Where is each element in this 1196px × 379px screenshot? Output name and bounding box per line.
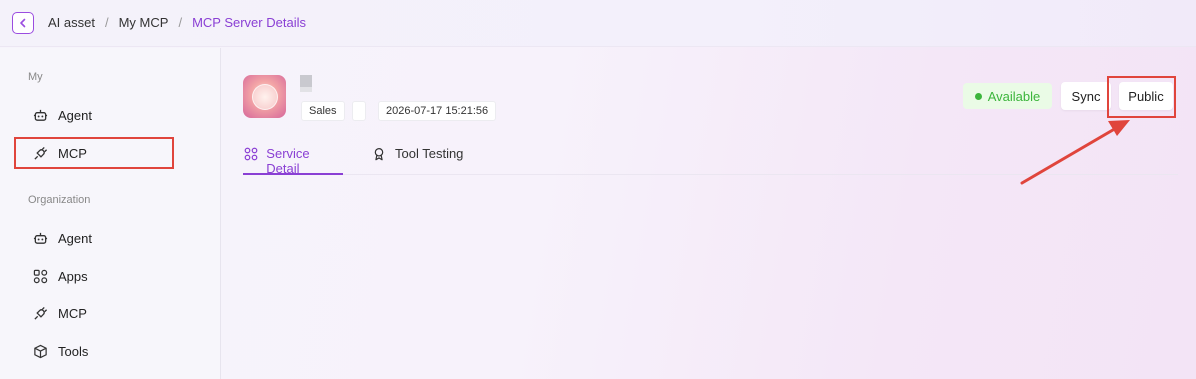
sidebar-item-label: MCP	[58, 145, 87, 161]
plug-icon	[32, 305, 48, 321]
breadcrumb: AI asset / My MCP / MCP Server Details	[48, 15, 306, 30]
server-logo-icon	[251, 83, 278, 110]
main-content: Sales 2026-07-17 15:21:56 Available Sync…	[221, 48, 1196, 379]
public-button[interactable]: Public	[1119, 82, 1173, 110]
sidebar-item-label: Tools	[58, 343, 89, 359]
tab-label: Service Detail	[266, 146, 310, 176]
chevron-left-icon	[20, 18, 26, 28]
top-bar: AI asset / My MCP / MCP Server Details	[0, 0, 1196, 47]
category-tag: Sales	[301, 101, 345, 121]
sync-button[interactable]: Sync	[1061, 82, 1111, 110]
sidebar-item-label: Agent	[58, 230, 92, 246]
status-dot-icon	[974, 92, 982, 100]
robot-icon	[32, 107, 48, 123]
cube-icon	[32, 343, 48, 359]
sidebar-item-label: Apps	[58, 268, 88, 284]
breadcrumb-my-mcp[interactable]: My MCP	[119, 15, 169, 30]
sidebar-item-org-tools[interactable]: Tools	[14, 335, 174, 367]
tab-bar: Service Detail Tool Testing	[243, 144, 1178, 176]
section-label-organization: Organization	[28, 194, 91, 206]
sidebar-item-label: MCP	[58, 305, 87, 321]
timestamp-tag: 2026-07-17 15:21:56	[378, 101, 497, 121]
status-badge: Available	[963, 83, 1052, 109]
section-label-my: My	[28, 71, 43, 83]
sidebar-item-label: Agent	[58, 107, 92, 123]
grid-icon	[243, 146, 258, 162]
breadcrumb-separator: /	[104, 15, 109, 30]
sidebar-item-org-agent[interactable]: Agent	[14, 222, 174, 254]
plug-icon	[32, 145, 48, 161]
tab-label: Tool Testing	[395, 146, 464, 161]
robot-icon	[32, 230, 48, 246]
sidebar-item-my-mcp[interactable]: MCP	[14, 137, 174, 169]
server-name-placeholder	[300, 75, 312, 87]
status-label: Available	[987, 88, 1041, 104]
badge-icon	[371, 146, 387, 162]
sidebar-item-my-agent[interactable]: Agent	[14, 99, 174, 131]
server-name-placeholder	[300, 87, 312, 92]
tab-service-detail[interactable]: Service Detail	[243, 144, 343, 176]
server-avatar	[243, 75, 286, 118]
apps-grid-icon	[32, 268, 48, 284]
sidebar-item-org-apps[interactable]: Apps	[14, 260, 174, 292]
breadcrumb-ai-asset[interactable]: AI asset	[48, 15, 95, 30]
breadcrumb-separator: /	[178, 15, 183, 30]
breadcrumb-current: MCP Server Details	[192, 15, 306, 30]
back-button[interactable]	[12, 12, 34, 34]
tab-tool-testing[interactable]: Tool Testing	[371, 144, 471, 175]
empty-tag	[352, 101, 366, 121]
sidebar-item-org-mcp[interactable]: MCP	[14, 297, 174, 329]
sidebar: My Agent MCP Organization Agent Apps MCP	[0, 48, 221, 379]
